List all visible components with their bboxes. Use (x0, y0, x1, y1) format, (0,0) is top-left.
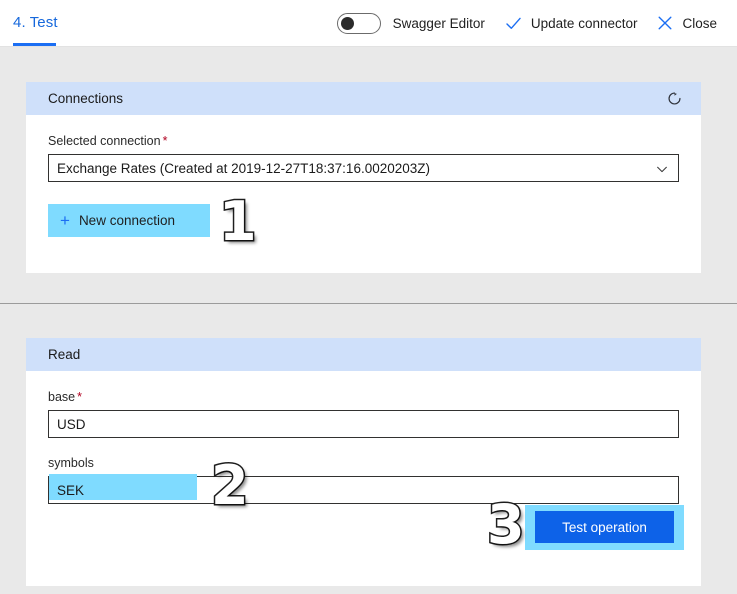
step-annotation-3: 3 (486, 493, 527, 556)
connections-card: Connections Selected connection * Exchang… (26, 82, 701, 273)
read-title: Read (48, 347, 81, 362)
top-command-bar: 4. Test Swagger Editor Update connector (0, 0, 737, 47)
selected-connection-value: Exchange Rates (Created at 2019-12-27T18… (57, 160, 430, 176)
selected-connection-dropdown[interactable]: Exchange Rates (Created at 2019-12-27T18… (48, 154, 679, 182)
plus-icon: + (60, 211, 70, 230)
read-card-header: Read (26, 338, 701, 371)
chevron-down-icon (655, 155, 669, 183)
base-input-value: USD (57, 416, 86, 432)
symbols-input-value: SEK (57, 482, 85, 498)
update-connector-button[interactable]: Update connector (495, 9, 647, 37)
close-button[interactable]: Close (646, 9, 726, 37)
test-operation-label: Test operation (562, 519, 647, 535)
command-group: Swagger Editor Update connector Close (333, 9, 726, 37)
toggle-knob (340, 16, 354, 30)
toggle-track (336, 12, 381, 34)
tab-test[interactable]: 4. Test (13, 14, 58, 31)
update-connector-label: Update connector (530, 15, 638, 31)
test-operation-button[interactable]: Test operation (535, 511, 674, 543)
required-asterisk: * (162, 134, 168, 148)
connections-card-body: Selected connection * Exchange Rates (Cre… (26, 115, 701, 182)
base-input[interactable]: USD (48, 410, 679, 438)
connections-card-header: Connections (26, 82, 701, 115)
swagger-editor-label: Swagger Editor (392, 15, 485, 31)
base-field-label: base * (48, 390, 679, 404)
step-annotation-1: 1 (218, 190, 259, 253)
new-connection-label: New connection (78, 213, 175, 228)
swagger-editor-toggle[interactable]: Swagger Editor (333, 12, 495, 34)
base-field-label-text: base (48, 390, 76, 404)
tab-test-label: 4. Test (13, 14, 58, 31)
connections-title: Connections (48, 91, 124, 106)
symbols-field-label: symbols (48, 456, 679, 470)
selected-connection-label-text: Selected connection (48, 134, 161, 148)
pane-divider (0, 303, 737, 304)
selected-connection-label: Selected connection * (48, 134, 679, 148)
close-label: Close (682, 15, 717, 31)
close-icon (655, 14, 674, 33)
refresh-icon[interactable] (663, 88, 685, 110)
step-annotation-2: 2 (210, 454, 251, 517)
check-icon (504, 14, 523, 33)
symbols-field-label-text: symbols (48, 456, 94, 470)
required-asterisk: * (77, 390, 82, 404)
tab-active-indicator (13, 43, 56, 46)
new-connection-button[interactable]: + New connection (48, 204, 210, 237)
